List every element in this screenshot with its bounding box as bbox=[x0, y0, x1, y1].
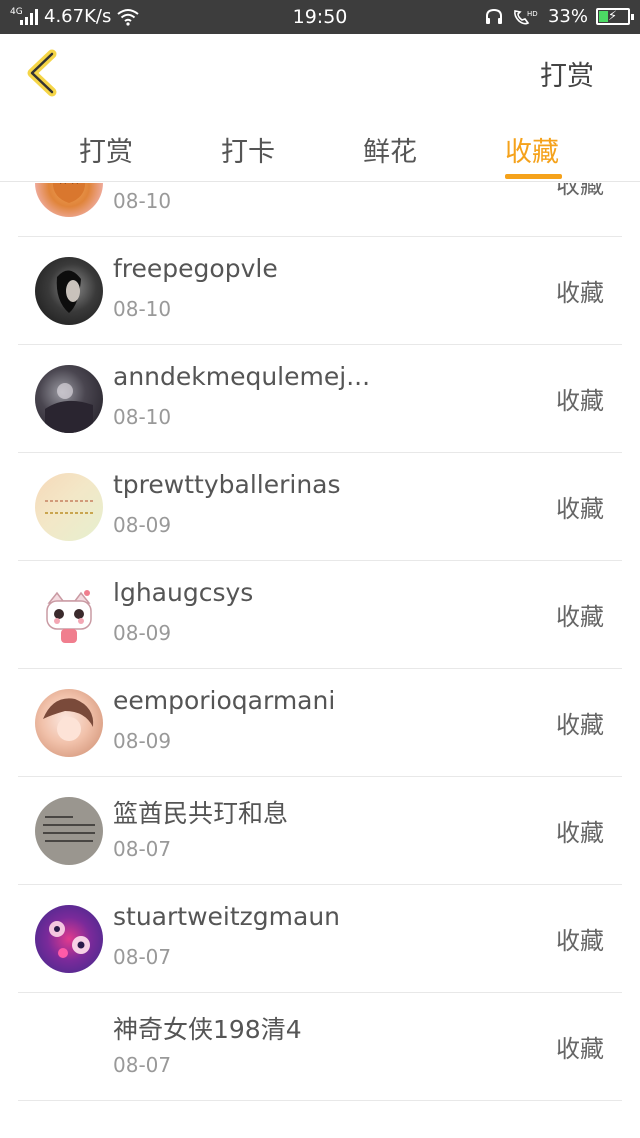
list-item[interactable]: kartmacmqonie 08-10 收藏 bbox=[18, 183, 622, 237]
username: 篮酋民共玎和息 bbox=[113, 799, 289, 828]
username: 神奇女侠198清4 bbox=[113, 1015, 302, 1044]
favorites-list[interactable]: kartmacmqonie 08-10 收藏 freepegopvle 08-1… bbox=[0, 183, 640, 1138]
active-tab-indicator bbox=[505, 174, 562, 179]
list-item[interactable]: 篮酋民共玎和息 08-07 收藏 bbox=[18, 777, 622, 885]
tab-reward[interactable]: 打赏 bbox=[79, 130, 133, 169]
date: 08-09 bbox=[113, 729, 172, 753]
date: 08-09 bbox=[113, 513, 172, 537]
date: 08-10 bbox=[113, 189, 172, 213]
girl-photo-avatar[interactable] bbox=[35, 689, 103, 757]
favorite-label: 收藏 bbox=[556, 927, 604, 955]
username: anndekmequlemej... bbox=[113, 362, 371, 391]
list-item[interactable]: tprewttyballerinas 08-09 收藏 bbox=[18, 453, 622, 561]
favorite-label: 收藏 bbox=[556, 1035, 604, 1063]
username: tprewttyballerinas bbox=[113, 470, 341, 499]
status-right: HD 33% ⚡ bbox=[484, 6, 634, 27]
cat-avatar[interactable] bbox=[35, 183, 103, 217]
svg-text:HD: HD bbox=[527, 10, 538, 18]
tab-favorites[interactable]: 收藏 bbox=[505, 130, 559, 169]
favorite-label: 收藏 bbox=[556, 183, 604, 199]
colorful-pattern-avatar[interactable] bbox=[35, 905, 103, 973]
night-scene-avatar[interactable] bbox=[35, 365, 103, 433]
reward-button[interactable]: 打赏 bbox=[540, 54, 594, 93]
date: 08-07 bbox=[113, 945, 172, 969]
list-item[interactable]: 神奇女侠198清4 08-07 收藏 bbox=[18, 993, 622, 1101]
header: 打赏 bbox=[0, 34, 640, 110]
favorite-label: 收藏 bbox=[556, 711, 604, 739]
chevron-left-icon[interactable] bbox=[22, 48, 62, 98]
date: 08-10 bbox=[113, 405, 172, 429]
tab-checkin[interactable]: 打卡 bbox=[221, 130, 275, 169]
battery-charging-icon: ⚡ bbox=[596, 8, 634, 25]
hd-call-icon: HD bbox=[514, 10, 538, 24]
username: lghaugcsys bbox=[113, 578, 254, 607]
list-item[interactable]: stuartweitzgmaun 08-07 收藏 bbox=[18, 885, 622, 993]
favorite-label: 收藏 bbox=[556, 279, 604, 307]
favorite-label: 收藏 bbox=[556, 819, 604, 847]
text-card-avatar[interactable] bbox=[35, 473, 103, 541]
date: 08-09 bbox=[113, 621, 172, 645]
list-item[interactable]: freepegopvle 08-10 收藏 bbox=[18, 237, 622, 345]
username: freepegopvle bbox=[113, 254, 278, 283]
date: 08-10 bbox=[113, 297, 172, 321]
favorite-label: 收藏 bbox=[556, 603, 604, 631]
dark-portrait-avatar[interactable] bbox=[35, 257, 103, 325]
date: 08-07 bbox=[113, 1053, 172, 1077]
username: stuartweitzgmaun bbox=[113, 902, 341, 931]
cartoon-avatar[interactable] bbox=[35, 581, 103, 649]
date: 08-07 bbox=[113, 837, 172, 861]
headset-icon bbox=[485, 8, 502, 24]
list-item[interactable]: anndekmequlemej... 08-10 收藏 bbox=[18, 345, 622, 453]
tab-flowers[interactable]: 鲜花 bbox=[363, 130, 417, 169]
tab-bar: 打赏 打卡 鲜花 收藏 bbox=[0, 110, 640, 182]
status-bar: 4G 4.67K/s 19:50 HD 33% ⚡ bbox=[0, 0, 640, 34]
list-item[interactable]: lghaugcsys 08-09 收藏 bbox=[18, 561, 622, 669]
list-item[interactable]: eemporioqarmani 08-09 收藏 bbox=[18, 669, 622, 777]
text-note-avatar[interactable] bbox=[35, 797, 103, 865]
favorite-label: 收藏 bbox=[556, 387, 604, 415]
username: eemporioqarmani bbox=[113, 686, 336, 715]
favorite-label: 收藏 bbox=[556, 495, 604, 523]
battery-percent: 33% bbox=[547, 6, 588, 27]
blank-avatar[interactable] bbox=[35, 1013, 103, 1081]
